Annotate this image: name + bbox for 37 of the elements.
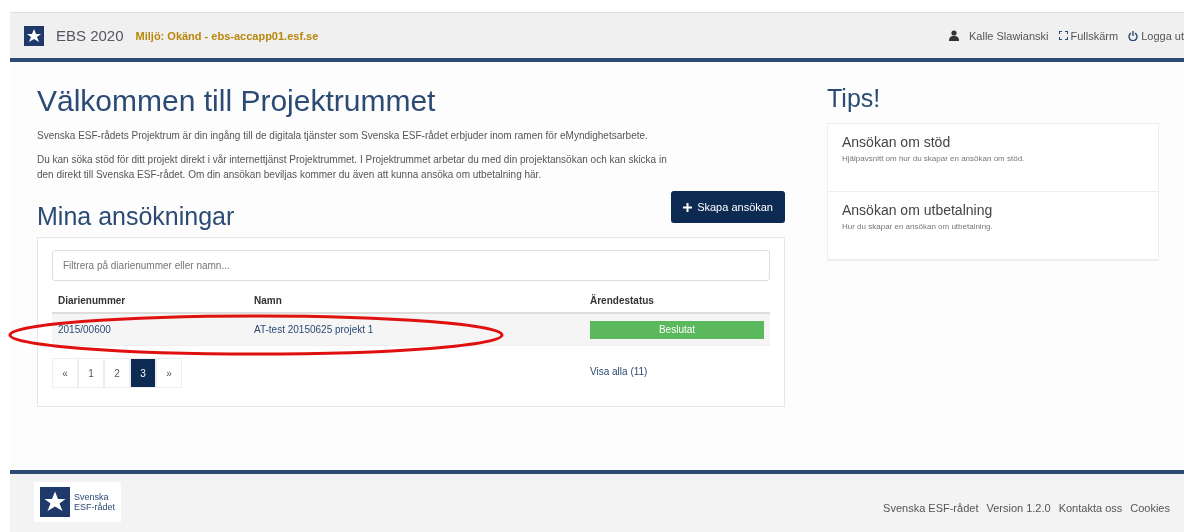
tip-text: Hjälpavsnitt om hur du skapar en ansökan om stöd. xyxy=(842,154,1026,163)
table-cell: 2015/00600 xyxy=(52,314,248,346)
logo-icon xyxy=(40,487,70,517)
page-button[interactable]: 1 xyxy=(78,358,104,388)
tip-text: Hur du skapar en ansökan om utbetalning. xyxy=(842,222,994,231)
power-icon xyxy=(1128,30,1139,41)
tips-title: Tips! xyxy=(827,84,882,113)
logout-link[interactable]: Logga ut xyxy=(1128,29,1184,42)
table-cell: AT-test 20150625 projekt 1 xyxy=(248,314,584,346)
page-button[interactable]: » xyxy=(156,358,182,388)
page-button[interactable]: « xyxy=(52,358,78,388)
plus-icon xyxy=(683,202,693,212)
logo-text: ESF-rådet xyxy=(74,502,115,512)
footer-link[interactable]: Cookies xyxy=(1130,484,1170,532)
user-icon xyxy=(949,30,959,41)
tip-title[interactable]: Ansökan om stöd xyxy=(842,134,1144,150)
page-button[interactable]: 2 xyxy=(104,358,130,388)
intro-paragraph: Du kan söka stöd för ditt projekt direkt i vår internettjänst Projektrummet. I Projektrummet arbetar du med din projektansökan och kan skicka in den direkt till Svenska ESF-rådet. Om din ansökan beviljas kommer du även att kunna ansöka om utbetalning här. xyxy=(37,153,668,182)
fullscreen-link[interactable]: Fullskärm xyxy=(1058,29,1119,42)
footer-link[interactable]: Version 1.2.0 xyxy=(986,484,1051,532)
intro-paragraph: Svenska ESF-rådets Projektrum är din ingång till de digitala tjänster som Svenska ESF-rådet erbjuder inom ramen för eMyndighetsarbete. xyxy=(37,129,649,143)
create-application-button[interactable]: Skapa ansökan xyxy=(671,191,785,223)
tip-title[interactable]: Ansökan om utbetalning xyxy=(842,202,1144,218)
logo-icon xyxy=(24,25,44,46)
page-button[interactable]: 3 xyxy=(130,358,156,388)
page-title: Välkommen till Projektrummet xyxy=(37,84,437,118)
section-title: Mina ansökningar xyxy=(37,202,235,231)
app-name: EBS 2020 xyxy=(56,27,124,44)
filter-field[interactable]: Filtrera på diarienummer eller namn... xyxy=(52,250,770,281)
logo-text: Svenska xyxy=(74,492,110,502)
environment-label: Miljö: Okänd - ebs-accapp01.esf.se xyxy=(135,29,319,42)
show-all-link[interactable]: Visa alla (11) xyxy=(584,358,770,385)
user-name: Kalle Slawianski xyxy=(969,29,1049,42)
fullscreen-icon xyxy=(1058,31,1068,40)
footer-link[interactable]: Svenska ESF-rådet xyxy=(883,484,979,532)
footer-link[interactable]: Kontakta oss xyxy=(1058,484,1123,532)
status-badge: Beslutat xyxy=(590,320,764,339)
